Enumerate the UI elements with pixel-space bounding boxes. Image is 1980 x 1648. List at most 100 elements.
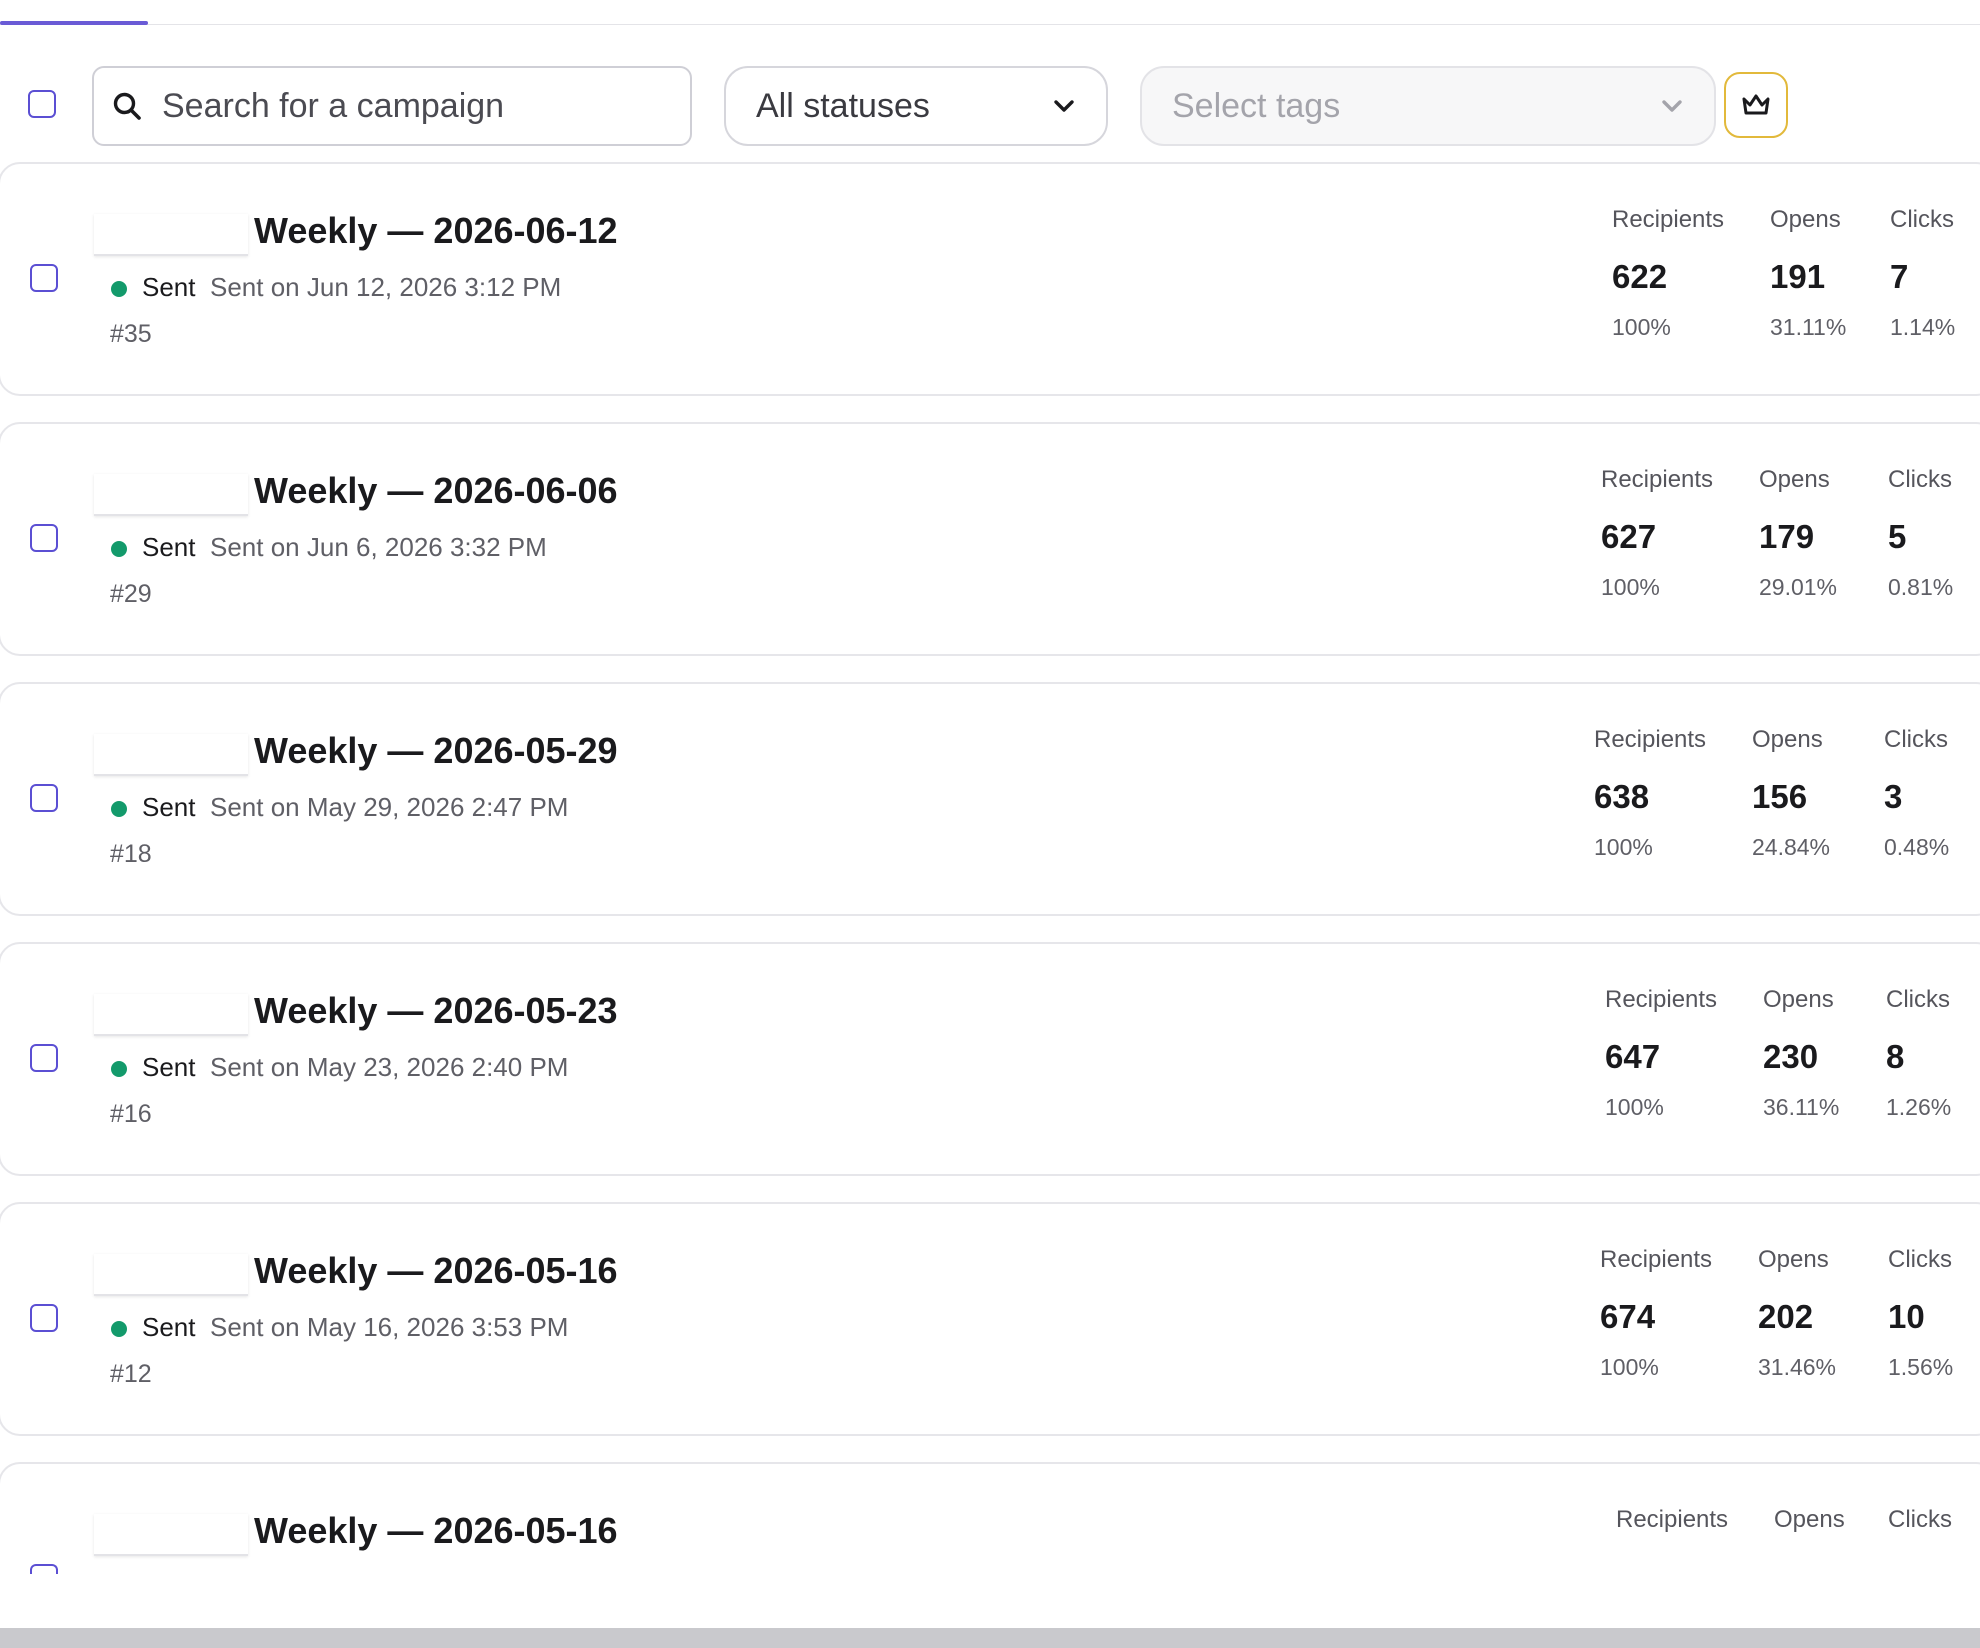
stat-label: Clicks [1888,466,1952,493]
crown-icon [1742,94,1770,115]
campaign-thumbnail [94,214,248,256]
campaign-card[interactable]: Weekly — 2026-05-29 Sent Sent on May 29,… [0,682,1980,916]
status-dot [111,541,127,557]
stat-label: Opens [1774,1506,1845,1533]
search-input[interactable] [160,85,684,127]
opens-stat: Opens 230 36.11% [1763,986,1839,1121]
clicks-stat: Clicks 3 0.48% [1884,726,1949,861]
campaign-title[interactable]: Weekly — 2026-06-06 [254,470,618,512]
stat-label: Clicks [1886,986,1950,1013]
stat-value: 674 [1600,1298,1656,1335]
stat-label: Recipients [1601,466,1714,493]
search-icon [113,92,141,120]
bottom-scroll-bar [0,1628,1980,1648]
tabs-divider [0,24,1980,25]
stat-value: 638 [1594,778,1650,815]
stat-label: Recipients [1605,986,1718,1013]
stat-percent: 0.48% [1884,834,1950,860]
campaign-card[interactable]: Weekly — 2026-05-23 Sent Sent on May 23,… [0,942,1980,1176]
campaign-id: #12 [110,1360,152,1388]
stat-value: 7 [1890,258,1909,295]
status-dot [111,281,127,297]
campaign-title[interactable]: Weekly — 2026-06-12 [254,210,618,252]
clicks-stat: Clicks 10 1.56% [1888,1246,1953,1381]
opens-stat: Opens 179 29.01% [1759,466,1837,601]
campaign-card[interactable]: Weekly — 2026-05-16 Recipients Opens Cli… [0,1462,1980,1574]
campaign-thumbnail [94,1254,248,1296]
opens-stat: Opens 202 31.46% [1758,1246,1836,1381]
sent-date: Sent on Jun 6, 2026 3:32 PM [210,532,547,562]
campaign-thumbnail [94,994,248,1036]
recipients-stat: Recipients 674 100% [1600,1246,1712,1381]
stat-value: 10 [1888,1298,1925,1335]
campaign-card[interactable]: Weekly — 2026-05-16 Sent Sent on May 16,… [0,1202,1980,1436]
campaign-thumbnail [94,474,248,516]
recipients-stat: Recipients 647 100% [1605,986,1717,1121]
stat-label: Recipients [1594,726,1707,753]
stat-value: 622 [1612,258,1668,295]
campaign-checkbox[interactable] [30,264,58,292]
stat-percent: 100% [1605,1094,1664,1120]
stat-percent: 1.14% [1890,314,1956,340]
recipients-stat: Recipients 627 100% [1601,466,1713,601]
stat-percent: 0.81% [1888,574,1954,600]
status-label: Sent [142,1312,196,1342]
stat-label: Opens [1752,726,1823,753]
campaign-checkbox[interactable] [30,1564,58,1574]
stat-label: Opens [1770,206,1841,233]
opens-stat: Opens 191 31.11% [1770,206,1846,341]
opens-stat: Opens 156 24.84% [1752,726,1830,861]
stat-percent: 31.11% [1770,314,1847,340]
campaign-checkbox[interactable] [30,784,58,812]
stat-percent: 100% [1601,574,1660,600]
stat-percent: 100% [1600,1354,1659,1380]
campaign-list: All statuses Select tags Weekly — 2026-0… [0,0,1980,1628]
stat-percent: 100% [1612,314,1671,340]
recipients-stat: Recipients 622 100% [1612,206,1724,341]
status-dot [111,1321,127,1337]
sent-date: Sent on May 23, 2026 2:40 PM [210,1052,569,1082]
search-box[interactable] [92,66,692,146]
stat-percent: 29.01% [1759,574,1838,600]
status-dot [111,1061,127,1077]
campaign-title[interactable]: Weekly — 2026-05-16 [254,1250,618,1292]
sent-date: Sent on Jun 12, 2026 3:12 PM [210,272,562,302]
campaign-title[interactable]: Weekly — 2026-05-23 [254,990,618,1032]
opens-stat: Opens [1774,1506,1845,1534]
campaign-card[interactable]: Weekly — 2026-06-12 Sent Sent on Jun 12,… [0,162,1980,396]
stat-value: 230 [1763,1038,1819,1075]
stat-label: Recipients [1612,206,1725,233]
stat-percent: 31.46% [1758,1354,1837,1380]
clicks-stat: Clicks 5 0.81% [1888,466,1953,601]
campaign-title[interactable]: Weekly — 2026-05-29 [254,730,618,772]
stat-value: 3 [1884,778,1903,815]
stat-value: 156 [1752,778,1808,815]
recipients-stat: Recipients 638 100% [1594,726,1706,861]
campaign-thumbnail [94,1514,248,1556]
clicks-stat: Clicks 8 1.26% [1886,986,1951,1121]
stat-percent: 1.56% [1888,1354,1954,1380]
stat-value: 627 [1601,518,1657,555]
stat-label: Clicks [1888,1246,1952,1273]
status-label: Sent [142,792,196,822]
stat-label: Opens [1759,466,1830,493]
status-label: Sent [142,1052,196,1082]
chevron-down-icon [1054,100,1074,112]
select-all-checkbox[interactable] [28,90,56,118]
campaign-title[interactable]: Weekly — 2026-05-16 [254,1510,618,1552]
campaign-checkbox[interactable] [30,524,58,552]
campaign-thumbnail [94,734,248,776]
tags-filter-placeholder: Select tags [1172,86,1341,125]
tags-filter-select[interactable]: Select tags [1140,66,1716,146]
stat-value: 191 [1770,258,1826,295]
premium-button[interactable] [1724,72,1788,138]
status-filter-select[interactable]: All statuses [724,66,1108,146]
active-tab-indicator [0,21,148,25]
stat-label: Clicks [1890,206,1954,233]
recipients-stat: Recipients [1616,1506,1728,1534]
campaign-checkbox[interactable] [30,1044,58,1072]
campaign-checkbox[interactable] [30,1304,58,1332]
stat-value: 179 [1759,518,1815,555]
campaign-card[interactable]: Weekly — 2026-06-06 Sent Sent on Jun 6, … [0,422,1980,656]
stat-label: Opens [1763,986,1834,1013]
